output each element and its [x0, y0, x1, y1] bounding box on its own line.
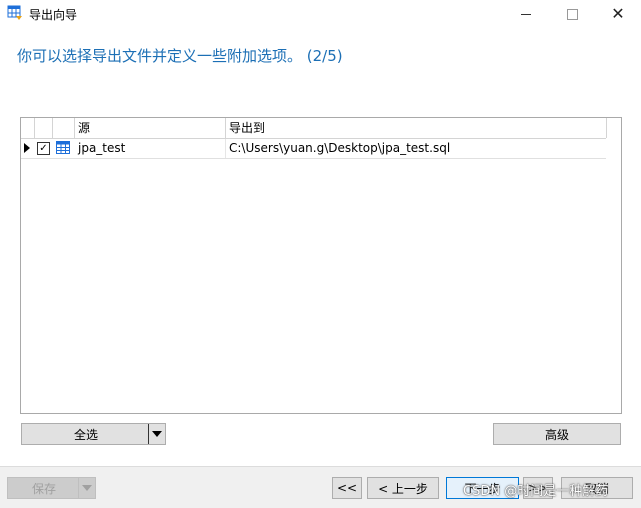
column-header-source[interactable]: 源 — [75, 118, 226, 138]
header-scroll-corner — [606, 118, 621, 138]
row-pointer-icon — [24, 143, 30, 153]
row-export-path-cell[interactable]: C:\Users\yuan.g\Desktop\jpa_test.sql — [226, 139, 606, 158]
title-bar: 导出向导 ✕ — [0, 0, 641, 28]
cancel-label: 取消 — [584, 481, 609, 496]
save-dropdown[interactable] — [78, 478, 95, 498]
table-row[interactable]: ✓ jpa_test C:\Users\yuan.g\Desktop\jpa_t… — [21, 139, 606, 159]
chevron-down-icon — [152, 431, 162, 437]
window-title: 导出向导 — [29, 8, 78, 22]
cancel-button[interactable]: 取消 — [561, 477, 633, 499]
column-header-export-to[interactable]: 导出到 — [226, 118, 606, 138]
table-icon — [56, 141, 70, 154]
save-label: 保存 — [31, 481, 56, 496]
chevron-down-icon — [82, 485, 92, 491]
minimize-button[interactable] — [503, 0, 549, 28]
next-label: 下一步 — [464, 481, 501, 496]
first-step-button[interactable]: << — [332, 477, 362, 499]
export-file-grid: 源 导出到 ✓ jpa_test C:\Users\yuan.g\Desktop… — [20, 117, 622, 414]
next-button[interactable]: 下一步 — [446, 477, 519, 499]
maximize-button[interactable] — [549, 0, 595, 28]
close-icon: ✕ — [611, 4, 625, 23]
header-check-cell — [35, 118, 53, 138]
previous-button[interactable]: < 上一步 — [367, 477, 439, 499]
last-step-button[interactable]: >> — [523, 477, 553, 499]
header-indicator-cell — [21, 118, 35, 138]
previous-label: < 上一步 — [378, 481, 428, 496]
minimize-icon — [521, 13, 531, 15]
advanced-label: 高级 — [544, 427, 569, 442]
close-button[interactable]: ✕ — [595, 0, 641, 28]
header-icon-cell — [53, 118, 75, 138]
select-all-button[interactable]: 全选 — [21, 423, 166, 445]
row-checkbox[interactable]: ✓ — [37, 142, 50, 155]
last-step-label: >> — [527, 481, 549, 495]
select-all-label: 全选 — [73, 427, 98, 442]
select-all-dropdown[interactable] — [148, 424, 165, 444]
first-step-label: << — [336, 481, 358, 495]
maximize-icon — [566, 8, 578, 20]
table-export-icon — [7, 5, 22, 20]
instruction-text: 你可以选择导出文件并定义一些附加选项。 (2/5) — [17, 47, 343, 65]
advanced-button[interactable]: 高级 — [493, 423, 621, 445]
save-button[interactable]: 保存 — [7, 477, 96, 499]
grid-header: 源 导出到 — [21, 118, 606, 139]
row-source-cell[interactable]: jpa_test — [75, 139, 226, 158]
